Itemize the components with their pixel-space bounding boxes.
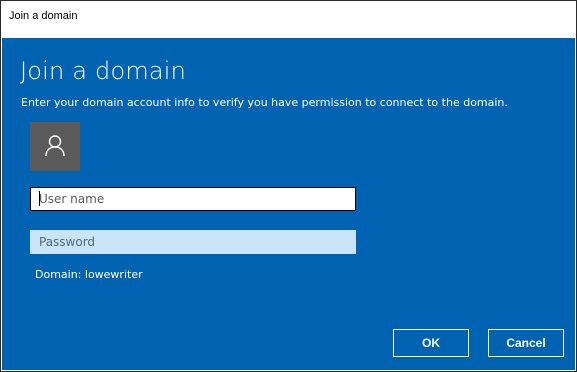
dialog-content: Join a domain Enter your domain account … <box>2 38 575 370</box>
title-bar: Join a domain <box>1 1 576 31</box>
username-input[interactable] <box>30 187 356 211</box>
user-icon <box>45 135 65 157</box>
ok-button[interactable]: OK <box>393 329 469 357</box>
password-input[interactable] <box>30 230 356 254</box>
dialog-description: Enter your domain account info to verify… <box>21 96 508 109</box>
text-caret <box>39 191 40 206</box>
avatar <box>30 122 80 171</box>
cancel-button[interactable]: Cancel <box>488 329 564 357</box>
window-title: Join a domain <box>9 10 78 22</box>
dialog-window: Join a domain Join a domain Enter your d… <box>0 0 577 372</box>
dialog-heading: Join a domain <box>20 57 187 85</box>
domain-label: Domain: lowewriter <box>35 268 143 281</box>
